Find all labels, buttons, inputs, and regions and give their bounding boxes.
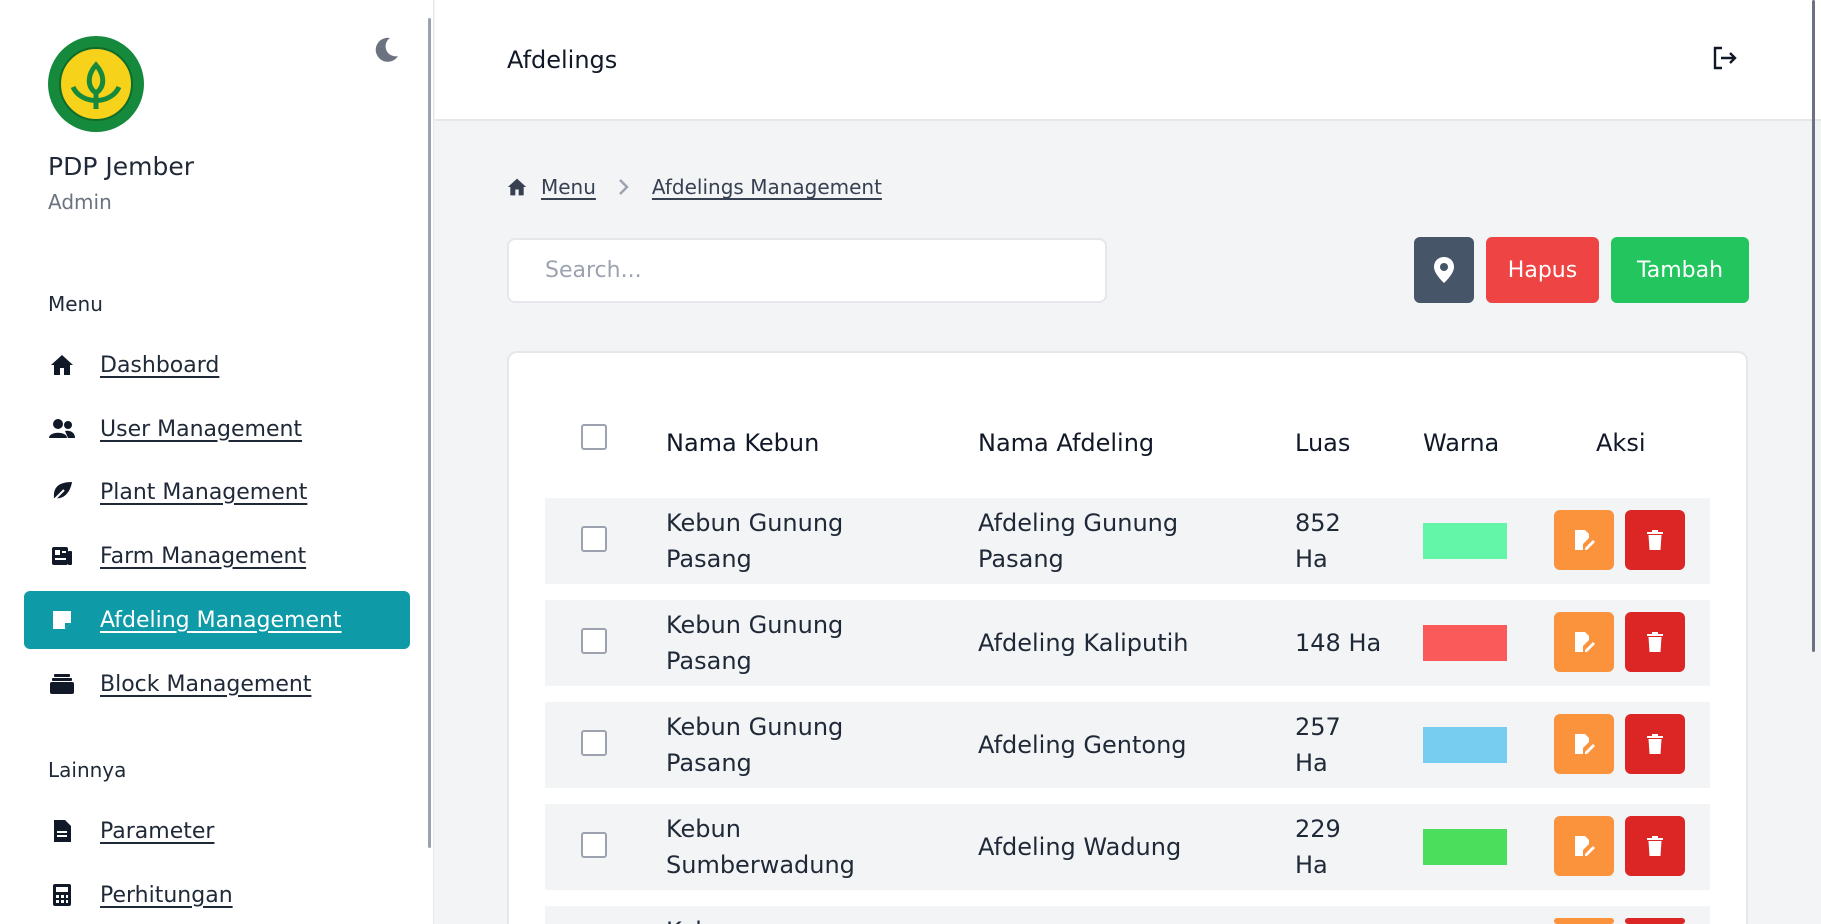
cell-nama-afdeling: Afdeling Wadung <box>978 833 1182 861</box>
note-icon <box>46 604 78 636</box>
breadcrumb: Menu Afdelings Management <box>507 172 882 202</box>
layers-icon <box>46 668 78 700</box>
sidebar-item-afdeling-management[interactable]: Afdeling Management <box>24 591 410 649</box>
cell-luas: 229 Ha <box>1295 815 1341 879</box>
sidebar-item-label: Dashboard <box>100 352 220 378</box>
edit-icon <box>1573 631 1595 653</box>
delete-button[interactable] <box>1625 510 1685 570</box>
trash-icon <box>1647 530 1663 550</box>
sidebar-item-label: Parameter <box>100 818 215 844</box>
cell-luas: 852 Ha <box>1295 509 1341 573</box>
column-header-nama-afdeling: Nama Afdeling <box>978 429 1155 457</box>
sidebar-item-label: Plant Management <box>100 479 308 505</box>
sidebar-item-dashboard[interactable]: Dashboard <box>24 336 410 394</box>
breadcrumb-afdelings-link[interactable]: Afdelings Management <box>652 175 882 199</box>
delete-button[interactable] <box>1625 612 1685 672</box>
top-header: Afdelings <box>435 0 1821 121</box>
calculator-icon <box>46 879 78 911</box>
row-checkbox[interactable] <box>581 832 607 858</box>
color-swatch <box>1423 829 1507 865</box>
color-swatch <box>1423 523 1507 559</box>
chevron-right-icon <box>618 178 630 196</box>
trash-icon <box>1647 836 1663 856</box>
cell-luas: 257 Ha <box>1295 713 1341 777</box>
sidebar-item-label: Perhitungan <box>100 882 233 908</box>
document-icon <box>46 815 78 847</box>
cell-nama-kebun: Kebun Gunung Pasang <box>666 611 844 675</box>
color-swatch <box>1423 727 1507 763</box>
search-input[interactable] <box>507 238 1107 303</box>
breadcrumb-menu-link[interactable]: Menu <box>541 175 596 199</box>
sidebar-scrollbar[interactable] <box>428 18 431 848</box>
brand-name: PDP Jember <box>48 152 194 181</box>
pdp-jember-logo <box>47 35 145 133</box>
leaf-icon <box>46 476 78 508</box>
sidebar-item-label: Farm Management <box>100 543 307 569</box>
edit-button[interactable] <box>1554 918 1614 924</box>
edit-button[interactable] <box>1554 612 1614 672</box>
sidebar-item-parameter[interactable]: Parameter <box>24 802 410 860</box>
cell-luas: 148 Ha <box>1295 629 1382 657</box>
cell-nama-kebun: Kebun <box>666 913 741 924</box>
cell-nama-afdeling: Afdeling Gunung Pasang <box>978 509 1179 573</box>
logout-icon[interactable] <box>1710 44 1742 76</box>
delete-button[interactable] <box>1625 816 1685 876</box>
cell-nama-kebun: Kebun Gunung Pasang <box>666 713 844 777</box>
column-header-warna: Warna <box>1423 429 1500 457</box>
cell-nama-afdeling: Afdeling Kaliputih <box>978 629 1189 657</box>
sidebar-item-label: Afdeling Management <box>100 607 342 633</box>
sidebar-item-label: User Management <box>100 416 303 442</box>
home-icon <box>46 349 78 381</box>
map-pin-icon <box>1434 257 1454 283</box>
row-checkbox[interactable] <box>581 730 607 756</box>
moon-icon[interactable] <box>370 34 402 66</box>
other-section-label: Lainnya <box>48 758 127 782</box>
trash-icon <box>1647 632 1663 652</box>
edit-icon <box>1573 529 1595 551</box>
color-swatch <box>1423 625 1507 661</box>
edit-button[interactable] <box>1554 816 1614 876</box>
column-header-luas: Luas <box>1295 429 1351 457</box>
user-role: Admin <box>48 190 112 214</box>
delete-button[interactable] <box>1625 714 1685 774</box>
sidebar-item-user-management[interactable]: User Management <box>24 400 410 458</box>
users-icon <box>46 413 78 445</box>
trash-icon <box>1647 734 1663 754</box>
delete-button[interactable] <box>1625 918 1685 924</box>
sidebar-item-plant-management[interactable]: Plant Management <box>24 463 410 521</box>
cell-nama-kebun: Kebun Sumberwadung <box>666 815 855 879</box>
edit-icon <box>1573 835 1595 857</box>
page-title: Afdelings <box>507 46 618 74</box>
map-button[interactable] <box>1414 237 1474 303</box>
select-all-checkbox[interactable] <box>581 424 607 450</box>
sidebar-item-perhitungan[interactable]: Perhitungan <box>24 866 410 924</box>
edit-button[interactable] <box>1554 714 1614 774</box>
tambah-button[interactable]: Tambah <box>1611 237 1749 303</box>
column-header-aksi: Aksi <box>1596 429 1646 457</box>
sidebar-item-label: Block Management <box>100 671 312 697</box>
cell-nama-afdeling: Afdeling Gentong <box>978 731 1187 759</box>
row-checkbox[interactable] <box>581 526 607 552</box>
cell-nama-kebun: Kebun Gunung Pasang <box>666 509 844 573</box>
main-scrollbar[interactable] <box>1812 0 1815 652</box>
home-icon <box>507 177 527 197</box>
row-checkbox[interactable] <box>581 628 607 654</box>
sidebar: PDP Jember Admin Menu Dashboard User Man… <box>0 0 434 924</box>
edit-icon <box>1573 733 1595 755</box>
sidebar-item-block-management[interactable]: Block Management <box>24 655 410 713</box>
newspaper-icon <box>46 540 78 572</box>
column-header-nama-kebun: Nama Kebun <box>666 429 820 457</box>
menu-section-label: Menu <box>48 292 103 316</box>
sidebar-item-farm-management[interactable]: Farm Management <box>24 527 410 585</box>
hapus-button[interactable]: Hapus <box>1486 237 1599 303</box>
edit-button[interactable] <box>1554 510 1614 570</box>
